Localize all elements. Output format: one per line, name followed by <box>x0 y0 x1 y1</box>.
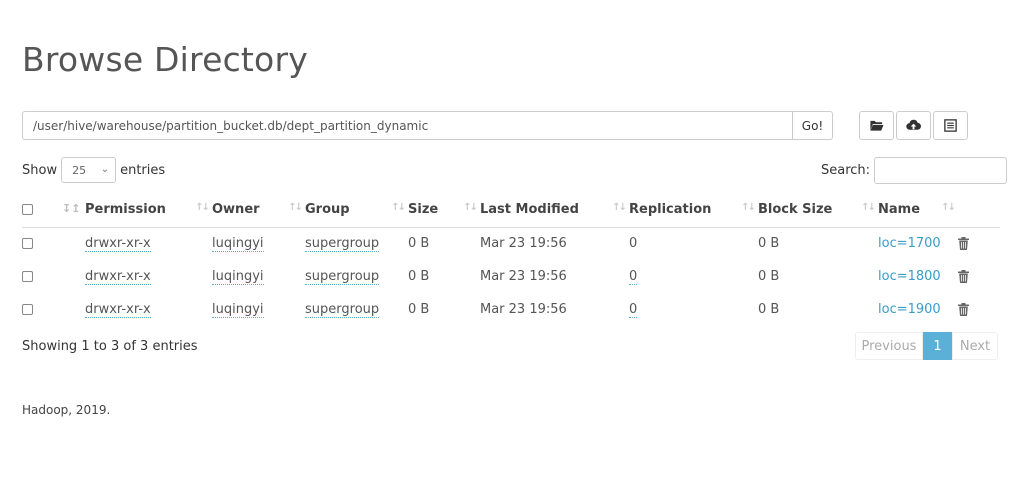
table-row: drwxr-xr-x luqingyi supergroup 0 B Mar 2… <box>22 293 1000 326</box>
show-label: Show <box>22 162 58 178</box>
replication-cell: 0 <box>629 236 638 252</box>
sort-icon: ↑↓ <box>391 202 406 213</box>
col-permission[interactable]: Permission ↑↓ <box>85 193 212 228</box>
size-cell: 0 B <box>408 236 430 252</box>
go-button[interactable]: Go! <box>792 111 833 140</box>
next-button[interactable]: Next <box>952 332 998 360</box>
previous-button[interactable]: Previous <box>855 332 923 360</box>
sort-icon: ↑↓ <box>288 202 303 213</box>
trash-icon[interactable] <box>958 237 969 251</box>
info-total: 3 <box>140 339 149 354</box>
row-checkbox[interactable] <box>22 238 33 250</box>
name-link[interactable]: loc=1800 <box>878 269 941 284</box>
path-input[interactable] <box>22 111 792 140</box>
trash-icon[interactable] <box>958 303 969 316</box>
size-cell: 0 B <box>408 302 430 317</box>
group-cell[interactable]: supergroup <box>305 302 380 318</box>
sort-header[interactable]: ↧↥ <box>48 193 85 228</box>
name-link[interactable]: loc=1700 <box>878 236 941 251</box>
search-input[interactable] <box>874 157 1008 184</box>
toolbar <box>859 111 968 140</box>
folder-open-icon <box>869 120 884 131</box>
info-to: 3 <box>110 339 120 354</box>
group-cell[interactable]: supergroup <box>305 269 380 285</box>
upload-icon <box>906 119 921 130</box>
col-owner[interactable]: Owner ↑↓ <box>212 193 305 228</box>
sort-icon: ↑↓ <box>463 202 478 213</box>
table-row: drwxr-xr-x luqingyi supergroup 0 B Mar 2… <box>22 260 1000 293</box>
size-cell: 0 B <box>408 269 430 284</box>
modified-cell: Mar 23 19:56 <box>480 302 567 317</box>
group-cell[interactable]: supergroup <box>305 236 380 253</box>
row-checkbox[interactable] <box>22 304 33 315</box>
entries-label: entries <box>120 162 166 178</box>
permission-cell[interactable]: drwxr-xr-x <box>85 302 151 318</box>
upload-button[interactable] <box>896 111 931 140</box>
list-icon <box>944 119 957 132</box>
cut-paste-button[interactable] <box>933 111 968 140</box>
trash-icon[interactable] <box>958 270 969 283</box>
entries-length-value: 25 <box>72 163 87 177</box>
permission-cell[interactable]: drwxr-xr-x <box>85 236 151 253</box>
show-entries: Show 25 ⌄ entries <box>22 157 165 183</box>
sort-icon: ↑↓ <box>941 202 956 213</box>
owner-cell[interactable]: luqingyi <box>212 236 264 253</box>
modified-cell: Mar 23 19:56 <box>480 236 567 252</box>
search-box: Search: <box>821 157 1008 184</box>
table-row: drwxr-xr-x luqingyi supergroup 0 B Mar 2… <box>22 227 1000 260</box>
select-all-header <box>22 193 48 228</box>
file-table: ↧↥ Permission ↑↓ Owner ↑↓ Group ↑↓ Size ↑↓ L… <box>22 193 1000 326</box>
path-bar: Go! <box>22 111 833 140</box>
col-replication[interactable]: Replication ↑↓ <box>629 193 758 228</box>
block-size-cell: 0 B <box>758 236 780 252</box>
row-checkbox[interactable] <box>22 271 33 282</box>
modified-cell: Mar 23 19:56 <box>480 269 567 284</box>
sort-icon: ↑↓ <box>741 202 756 213</box>
owner-cell[interactable]: luqingyi <box>212 302 264 318</box>
page-title: Browse Directory <box>22 40 308 79</box>
sort-icon: ↧↥ <box>62 202 81 216</box>
footer: Hadoop, 2019. <box>22 403 111 417</box>
name-link[interactable]: loc=1900 <box>878 302 941 317</box>
page-1-button[interactable]: 1 <box>923 332 952 360</box>
entries-length-select[interactable]: 25 ⌄ <box>61 157 117 183</box>
table-header-row: ↧↥ Permission ↑↓ Owner ↑↓ Group ↑↓ Size ↑↓ L… <box>22 193 1000 228</box>
replication-cell[interactable]: 0 <box>629 269 638 285</box>
select-all-checkbox[interactable] <box>22 204 33 216</box>
sort-icon: ↑↓ <box>612 202 627 213</box>
info-from: 1 <box>81 339 90 354</box>
table-info: Showing 1 to 3 of 3 entries <box>22 339 198 354</box>
sort-icon: ↑↓ <box>861 202 876 213</box>
replication-cell[interactable]: 0 <box>629 302 638 318</box>
owner-cell[interactable]: luqingyi <box>212 269 264 285</box>
col-actions <box>958 193 1000 228</box>
col-last-modified[interactable]: Last Modified ↑↓ <box>480 193 629 228</box>
col-size[interactable]: Size ↑↓ <box>408 193 480 228</box>
search-label: Search: <box>821 163 871 178</box>
col-block-size[interactable]: Block Size ↑↓ <box>758 193 878 228</box>
block-size-cell: 0 B <box>758 302 780 317</box>
col-name[interactable]: Name ↑↓ <box>878 193 958 228</box>
col-group[interactable]: Group ↑↓ <box>305 193 408 228</box>
create-directory-button[interactable] <box>859 111 894 140</box>
pagination: Previous 1 Next <box>855 332 998 360</box>
permission-cell[interactable]: drwxr-xr-x <box>85 269 151 285</box>
block-size-cell: 0 B <box>758 269 780 284</box>
sort-icon: ↑↓ <box>195 202 210 213</box>
chevron-down-icon: ⌄ <box>100 164 110 175</box>
